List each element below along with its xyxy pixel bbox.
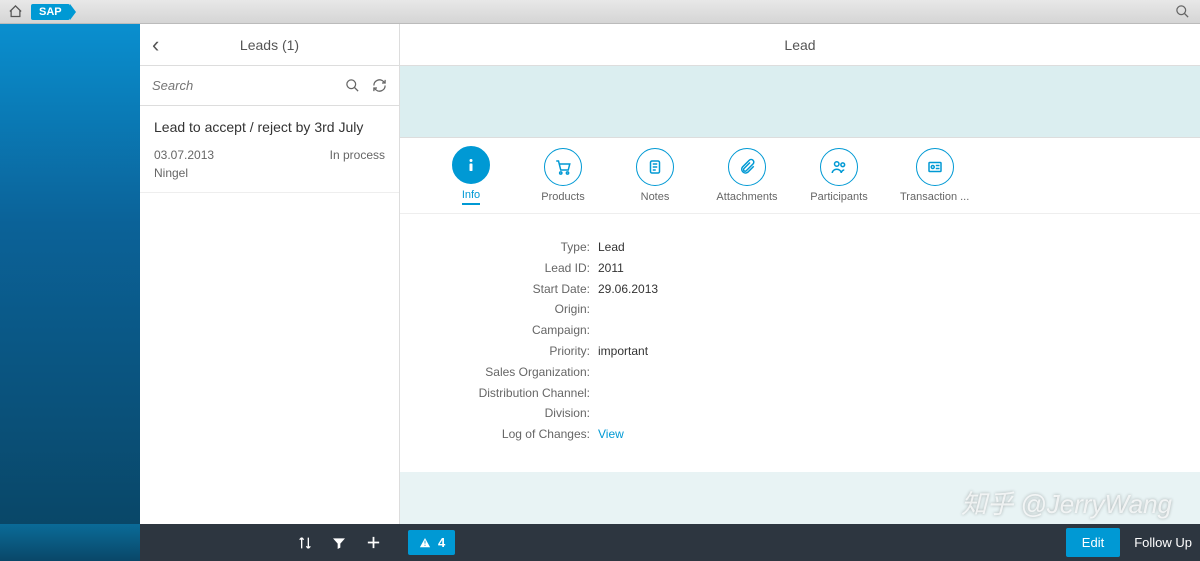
label-sales-org: Sales Organization: bbox=[450, 364, 590, 381]
label-origin: Origin: bbox=[450, 301, 590, 318]
tab-products[interactable]: Products bbox=[532, 148, 594, 203]
tab-attachments[interactable]: Attachments bbox=[716, 148, 778, 203]
value-log-link[interactable]: View bbox=[598, 426, 624, 443]
participants-icon bbox=[820, 148, 858, 186]
notes-icon bbox=[636, 148, 674, 186]
label-lead-id: Lead ID: bbox=[450, 260, 590, 277]
detail-title: Lead bbox=[784, 37, 815, 53]
tab-strip: Info Products Notes Attachments bbox=[400, 138, 1200, 214]
list-item-title: Lead to accept / reject by 3rd July bbox=[154, 118, 385, 136]
detail-header: Lead bbox=[400, 24, 1200, 66]
tab-label: Participants bbox=[810, 191, 867, 203]
value-priority: important bbox=[598, 343, 648, 360]
cart-icon bbox=[544, 148, 582, 186]
info-content: Type: Lead Lead ID: 2011 Start Date: 29.06.… bbox=[400, 214, 1200, 472]
footer-detail-toolbar: 4 Edit Follow Up bbox=[400, 524, 1200, 561]
tab-participants[interactable]: Participants bbox=[808, 148, 870, 203]
label-log: Log of Changes: bbox=[450, 426, 590, 443]
search-input[interactable] bbox=[152, 78, 345, 93]
tab-label: Transaction ... bbox=[900, 191, 969, 203]
label-campaign: Campaign: bbox=[450, 322, 590, 339]
refresh-icon[interactable] bbox=[372, 78, 387, 93]
tab-info[interactable]: Info bbox=[440, 146, 502, 205]
transaction-icon bbox=[916, 148, 954, 186]
list-item-owner: Ningel bbox=[154, 166, 385, 180]
alert-badge[interactable]: 4 bbox=[408, 530, 455, 555]
global-search-icon[interactable] bbox=[1175, 4, 1190, 19]
detail-subheader bbox=[400, 66, 1200, 138]
tab-label: Products bbox=[541, 191, 584, 203]
home-icon[interactable] bbox=[8, 4, 23, 19]
filter-icon[interactable] bbox=[331, 535, 347, 551]
add-icon[interactable] bbox=[365, 534, 382, 551]
tab-label: Info bbox=[462, 189, 480, 205]
sort-icon[interactable] bbox=[297, 535, 313, 551]
master-title: Leads (1) bbox=[240, 37, 299, 53]
back-icon[interactable]: ‹ bbox=[152, 32, 159, 58]
top-bar: SAP bbox=[0, 0, 1200, 24]
label-type: Type: bbox=[450, 239, 590, 256]
sap-logo: SAP bbox=[31, 4, 70, 20]
value-start-date: 29.06.2013 bbox=[598, 281, 658, 298]
value-lead-id: 2011 bbox=[598, 260, 624, 277]
label-start-date: Start Date: bbox=[450, 281, 590, 298]
label-dist-channel: Distribution Channel: bbox=[450, 385, 590, 402]
list-item-status: In process bbox=[330, 148, 385, 162]
tab-label: Attachments bbox=[716, 191, 777, 203]
alert-count: 4 bbox=[438, 535, 445, 550]
master-panel: ‹ Leads (1) Lead to accept / reject by 3… bbox=[140, 24, 400, 524]
master-header: ‹ Leads (1) bbox=[140, 24, 399, 66]
lead-list-item[interactable]: Lead to accept / reject by 3rd July 03.0… bbox=[140, 106, 399, 193]
info-icon bbox=[452, 146, 490, 184]
edit-button[interactable]: Edit bbox=[1066, 528, 1120, 557]
search-icon[interactable] bbox=[345, 78, 360, 93]
detail-panel: Lead Info Products Notes bbox=[400, 24, 1200, 524]
follow-up-button[interactable]: Follow Up bbox=[1134, 535, 1192, 550]
tab-transaction[interactable]: Transaction ... bbox=[900, 148, 969, 203]
attachment-icon bbox=[728, 148, 766, 186]
detail-bottom-area bbox=[400, 472, 1200, 524]
tab-notes[interactable]: Notes bbox=[624, 148, 686, 203]
label-priority: Priority: bbox=[450, 343, 590, 360]
tab-label: Notes bbox=[641, 191, 670, 203]
left-navigation bbox=[0, 24, 140, 524]
main-area: ‹ Leads (1) Lead to accept / reject by 3… bbox=[0, 24, 1200, 524]
label-division: Division: bbox=[450, 405, 590, 422]
footer-nav-spacer bbox=[0, 524, 140, 561]
footer: 4 Edit Follow Up bbox=[0, 524, 1200, 561]
value-type: Lead bbox=[598, 239, 625, 256]
list-item-date: 03.07.2013 bbox=[154, 148, 214, 162]
footer-master-toolbar bbox=[140, 524, 400, 561]
search-row bbox=[140, 66, 399, 106]
